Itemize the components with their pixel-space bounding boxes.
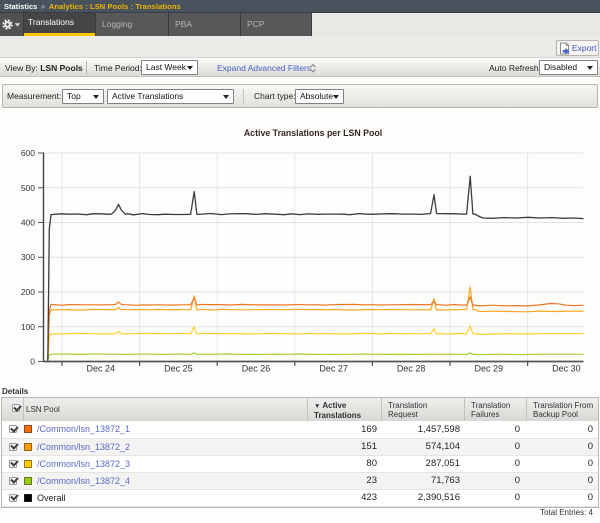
svg-text:100: 100 bbox=[21, 322, 35, 332]
svg-text:Dec 27: Dec 27 bbox=[319, 364, 348, 374]
svg-text:200: 200 bbox=[21, 287, 35, 297]
svg-text:400: 400 bbox=[21, 218, 35, 228]
svg-text:Dec 26: Dec 26 bbox=[242, 364, 271, 374]
svg-text:Dec 29: Dec 29 bbox=[475, 364, 504, 374]
svg-text:0: 0 bbox=[30, 357, 35, 367]
svg-text:Dec 30: Dec 30 bbox=[552, 364, 581, 374]
svg-text:300: 300 bbox=[21, 252, 35, 262]
svg-text:600: 600 bbox=[21, 148, 35, 158]
svg-text:Dec 28: Dec 28 bbox=[397, 364, 426, 374]
svg-text:Dec 24: Dec 24 bbox=[87, 364, 116, 374]
svg-text:Dec 25: Dec 25 bbox=[164, 364, 193, 374]
svg-text:500: 500 bbox=[21, 183, 35, 193]
